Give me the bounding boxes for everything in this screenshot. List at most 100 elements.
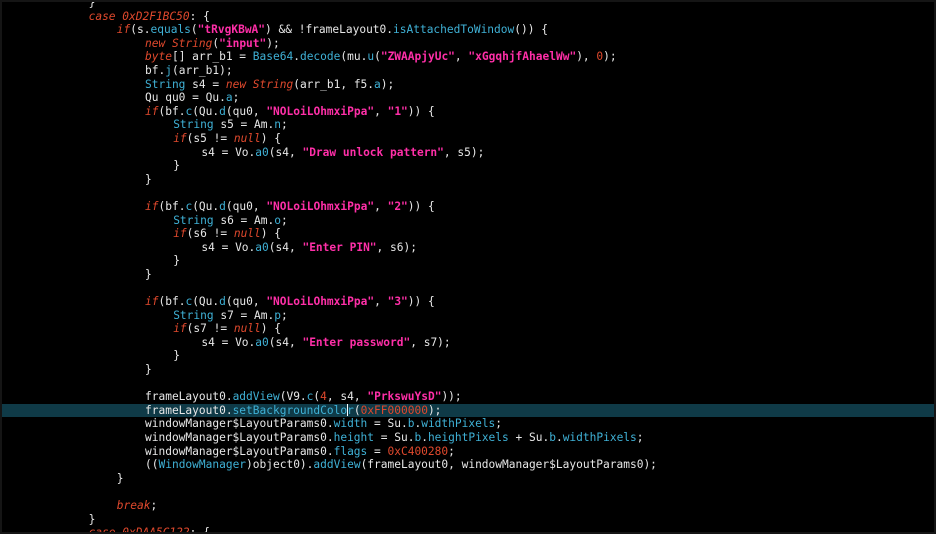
code-token: ); [603, 50, 617, 64]
code-token: ()) { [514, 23, 548, 37]
code-token: if [145, 295, 159, 309]
code-line[interactable]: frameLayout0.addView(V9.c(4, s4, "Prkswu… [2, 390, 934, 404]
code-token: (Qu. [192, 104, 220, 118]
code-line[interactable]: } [2, 472, 934, 486]
code-token: + Su. [508, 431, 550, 444]
code-token: : { [189, 526, 210, 534]
code-token: widthPixels [562, 431, 637, 444]
code-token: , [454, 50, 469, 64]
code-line[interactable]: windowManager$LayoutParams0.flags = 0xC4… [2, 445, 934, 459]
code-line[interactable]: windowManager$LayoutParams0.width = Su.b… [2, 417, 934, 431]
code-line[interactable]: } [2, 159, 934, 173]
code-line[interactable]: String s7 = Am.p; [2, 309, 934, 323]
code-line[interactable] [2, 281, 934, 295]
code-line[interactable]: } [2, 2, 934, 10]
code-line[interactable]: Qu qu0 = Qu.a; [2, 91, 934, 105]
code-line[interactable]: case 0xD2F1BC50: { [2, 10, 934, 24]
code-token: s6 = Am. [213, 213, 275, 227]
code-token: "3" [387, 295, 408, 309]
code-token: d [219, 104, 226, 118]
code-token: "Draw unlock pattern" [302, 145, 444, 159]
code-token: d [219, 295, 226, 309]
code-line[interactable]: bf.j(arr_b1); [2, 64, 934, 78]
code-token: (arr_b1); [171, 63, 233, 77]
code-token: byte [145, 50, 172, 64]
code-line-current[interactable]: frameLayout0.setBackgroundColor(0xFF0000… [2, 403, 934, 418]
code-token: s5 = Am. [213, 118, 275, 132]
code-line[interactable]: String s4 = new String(arr_b1, f5.a); [2, 78, 934, 92]
code-token: s4 = Vo. [201, 240, 256, 254]
code-token: String [173, 308, 214, 322]
code-token: height [333, 431, 375, 444]
code-token: , s4, [326, 390, 368, 404]
code-token: ; [448, 444, 455, 458]
code-editor[interactable]: } case 0xD2F1BC50: {if(s.equals("tRvgKBwA… [2, 2, 934, 534]
code-token: "NOLoiLOhmxiPpa" [266, 295, 375, 309]
code-token: ( [190, 23, 198, 37]
code-token: b [549, 431, 556, 444]
code-token: addView [232, 390, 280, 404]
code-line[interactable]: break; [2, 499, 934, 513]
code-line[interactable]: windowManager$LayoutParams0.height = Su.… [2, 431, 934, 445]
code-line[interactable]: if(s.equals("tRvgKBwA") && !frameLayout0… [2, 23, 934, 37]
code-token: new String [145, 36, 213, 50]
code-token: , [374, 295, 388, 309]
code-line[interactable]: String s5 = Am.n; [2, 118, 934, 132]
code-token: s4 = Vo. [201, 145, 256, 159]
code-token: } [173, 254, 180, 268]
code-token: if [173, 227, 187, 241]
code-token: ; [280, 118, 288, 132]
code-token: a0 [255, 145, 269, 159]
code-line[interactable]: } [2, 513, 934, 527]
code-token: null [233, 322, 261, 336]
code-token: Qu qu0 = Qu. [145, 91, 226, 105]
code-line[interactable]: if(bf.c(Qu.d(qu0, "NOLoiLOhmxiPpa", "3")… [2, 295, 934, 309]
code-line[interactable]: } [2, 254, 934, 268]
code-token: ( [353, 403, 361, 417]
code-line[interactable]: if(bf.c(Qu.d(qu0, "NOLoiLOhmxiPpa", "2")… [2, 200, 934, 214]
code-token: ) { [260, 227, 281, 241]
code-token: , s7); [410, 335, 451, 349]
code-line[interactable]: byte[] arr_b1 = Base64.decode(mu.u("ZWAA… [2, 50, 934, 64]
code-token: String [145, 77, 186, 91]
code-token: s4 = [185, 77, 226, 91]
code-line[interactable] [2, 186, 934, 200]
code-line[interactable]: String s6 = Am.o; [2, 214, 934, 228]
code-token: (s4, [268, 335, 303, 349]
code-token: "Enter PIN" [302, 240, 377, 254]
code-token: "input" [219, 36, 267, 50]
code-line[interactable] [2, 377, 934, 391]
code-line[interactable]: s4 = Vo.a0(s4, "Enter password", s7); [2, 336, 934, 350]
code-line[interactable]: s4 = Vo.a0(s4, "Draw unlock pattern", s5… [2, 146, 934, 160]
code-token: windowManager$LayoutParams0. [145, 444, 334, 458]
code-token: windowManager$LayoutParams0. [145, 417, 334, 431]
code-token: "tRvgKBwA" [197, 23, 266, 37]
code-line[interactable]: if(s6 != null) { [2, 227, 934, 241]
code-token: WindowManager [158, 458, 247, 472]
code-line[interactable]: } [2, 349, 934, 363]
code-token: flags [333, 444, 368, 458]
code-line[interactable]: } [2, 363, 934, 377]
code-line[interactable]: case 0xDAA5C122: { [2, 526, 934, 534]
code-line[interactable]: new String("input"); [2, 37, 934, 51]
code-line[interactable]: if(s7 != null) { [2, 322, 934, 336]
code-line[interactable]: if(s5 != null) { [2, 132, 934, 146]
code-token: ; [280, 308, 288, 322]
code-token: decode [299, 50, 341, 64]
code-token: (s4, [268, 145, 303, 159]
code-token: (Qu. [192, 199, 220, 213]
code-token: ; [495, 417, 503, 431]
code-line[interactable]: if(bf.c(Qu.d(qu0, "NOLoiLOhmxiPpa", "1")… [2, 105, 934, 119]
code-token: a [374, 77, 381, 91]
code-token: (s5 != [186, 131, 234, 145]
code-line[interactable]: s4 = Vo.a0(s4, "Enter PIN", s6); [2, 241, 934, 255]
code-token: "2" [387, 199, 408, 213]
code-token: } [145, 363, 152, 377]
code-line[interactable]: ((WindowManager)object0).addView(frameLa… [2, 458, 934, 472]
code-line[interactable] [2, 485, 934, 499]
code-token: isAttachedToWindow [393, 23, 515, 37]
code-token: = [367, 444, 388, 458]
code-line[interactable]: } [2, 268, 934, 282]
code-line[interactable]: } [2, 173, 934, 187]
code-token: widthPixels [421, 417, 496, 431]
